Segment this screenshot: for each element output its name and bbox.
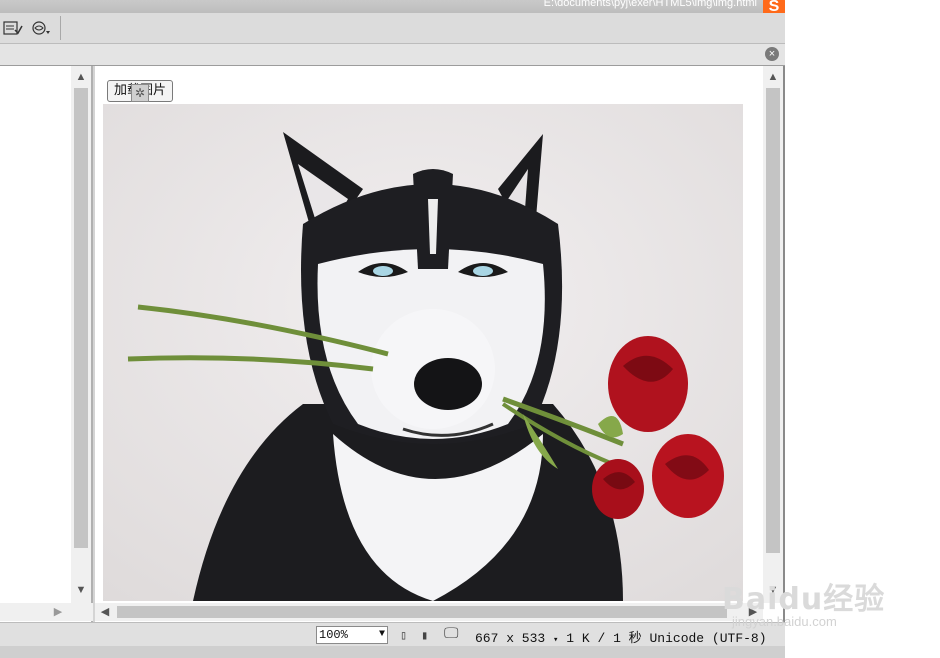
- plugin-placeholder-icon[interactable]: ✲: [131, 84, 149, 102]
- close-document-icon[interactable]: ×: [765, 47, 779, 61]
- scroll-right-icon[interactable]: ▶: [48, 603, 68, 621]
- file-path: E:\documents\pyj\exer\HTML5\img\img.html: [543, 0, 757, 9]
- design-scroll-up-icon[interactable]: ▲: [763, 68, 783, 86]
- husky-photo: [103, 104, 743, 601]
- status-bar: 100% ▼ ▯ ▮ 🖵 667 x 533 ▾ 1 K / 1 秒 Unico…: [0, 622, 785, 646]
- window-dimensions: 667 x 533: [475, 631, 546, 646]
- design-scroll-left-icon[interactable]: ◀: [95, 603, 115, 621]
- check-list-icon[interactable]: [0, 17, 26, 39]
- toolbar-separator: [60, 16, 61, 40]
- design-vscroll[interactable]: ▲ ▼: [763, 66, 783, 603]
- design-scroll-thumb[interactable]: [766, 88, 780, 553]
- design-hscroll-thumb[interactable]: [117, 606, 727, 618]
- chevron-down-icon: ▼: [378, 629, 385, 640]
- watermark-logo: Baidu经验: [722, 582, 886, 617]
- editor-window: E:\documents\pyj\exer\HTML5\img\img.html…: [0, 0, 785, 658]
- bottom-strip: [0, 646, 785, 658]
- design-view[interactable]: 加载图片 ✲: [95, 66, 783, 622]
- tablet-size-icon[interactable]: ▮: [421, 628, 428, 643]
- document-info: 667 x 533 ▾ 1 K / 1 秒 Unicode (UTF-8): [475, 627, 767, 646]
- desktop-size-icon[interactable]: 🖵: [444, 625, 458, 643]
- code-pane-vscroll[interactable]: ▲ ▼: [71, 66, 91, 603]
- zoom-select[interactable]: 100% ▼: [316, 626, 388, 644]
- title-bar: E:\documents\pyj\exer\HTML5\img\img.html…: [0, 0, 785, 20]
- watermark-url: jingyan.baidu.com: [732, 614, 837, 629]
- file-size: 1 K / 1 秒: [566, 631, 642, 646]
- document-bar: ×: [0, 44, 785, 66]
- phone-size-icon[interactable]: ▯: [400, 628, 407, 643]
- code-pane-hscroll[interactable]: ▶: [0, 603, 93, 621]
- scroll-thumb[interactable]: [74, 88, 88, 548]
- watermark: Baidu经验 jingyan.baidu.com: [722, 574, 886, 629]
- scroll-down-icon[interactable]: ▼: [71, 581, 91, 599]
- dimension-dropdown-icon[interactable]: ▾: [553, 635, 558, 645]
- design-hscroll[interactable]: ◀ ▶: [95, 603, 763, 621]
- preview-icon[interactable]: [28, 17, 54, 39]
- zoom-value: 100%: [319, 628, 348, 642]
- app-root: E:\documents\pyj\exer\HTML5\img\img.html…: [0, 0, 940, 658]
- encoding: Unicode (UTF-8): [649, 631, 767, 646]
- toolbar: [0, 13, 785, 44]
- scroll-up-icon[interactable]: ▲: [71, 68, 91, 86]
- code-pane[interactable]: ▲ ▼: [0, 66, 93, 622]
